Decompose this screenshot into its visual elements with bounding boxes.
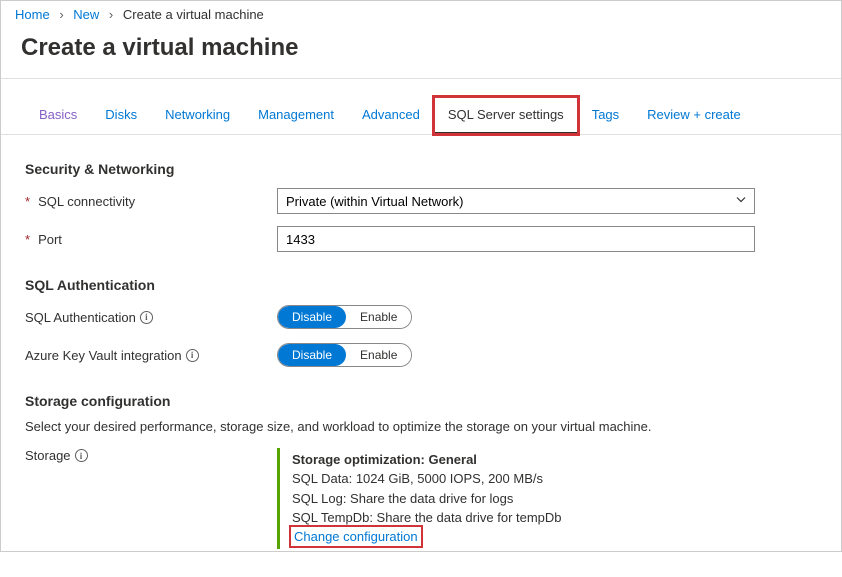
chevron-right-icon: › [59,7,63,22]
breadcrumb-home[interactable]: Home [15,7,50,22]
toggle-disable[interactable]: Disable [278,306,346,328]
tab-disks[interactable]: Disks [91,97,151,134]
breadcrumb-current: Create a virtual machine [123,7,264,22]
breadcrumb-new[interactable]: New [73,7,99,22]
section-security-networking: Security & Networking [25,161,817,177]
toggle-disable[interactable]: Disable [278,344,346,366]
info-icon[interactable]: i [75,449,88,462]
tab-advanced[interactable]: Advanced [348,97,434,134]
storage-description: Select your desired performance, storage… [25,419,817,434]
sql-connectivity-label: *SQL connectivity [25,194,277,209]
azure-key-vault-toggle[interactable]: Disable Enable [277,343,412,367]
storage-summary: Storage optimization: General SQL Data: … [277,448,755,549]
tab-management[interactable]: Management [244,97,348,134]
storage-label: Storage i [25,448,277,463]
sql-connectivity-select[interactable]: Private (within Virtual Network) [277,188,755,214]
info-icon[interactable]: i [186,349,199,362]
page-title: Create a virtual machine [1,28,841,78]
storage-sql-log: SQL Log: Share the data drive for logs [292,489,755,509]
breadcrumb: Home › New › Create a virtual machine [1,1,841,28]
tab-basics[interactable]: Basics [25,97,91,134]
sql-authentication-label: SQL Authentication i [25,310,277,325]
storage-optimization-title: Storage optimization: General [292,452,755,467]
change-configuration-link[interactable]: Change configuration [292,528,420,545]
chevron-right-icon: › [109,7,113,22]
sql-authentication-toggle[interactable]: Disable Enable [277,305,412,329]
section-storage-configuration: Storage configuration [25,393,817,409]
port-input[interactable] [277,226,755,252]
port-label: *Port [25,232,277,247]
tab-networking[interactable]: Networking [151,97,244,134]
tab-sql-server-settings[interactable]: SQL Server settings [434,97,578,134]
toggle-enable[interactable]: Enable [346,306,411,328]
storage-sql-data: SQL Data: 1024 GiB, 5000 IOPS, 200 MB/s [292,469,755,489]
toggle-enable[interactable]: Enable [346,344,411,366]
tab-tags[interactable]: Tags [578,97,633,134]
section-sql-authentication: SQL Authentication [25,277,817,293]
azure-key-vault-label: Azure Key Vault integration i [25,348,277,363]
tabs: Basics Disks Networking Management Advan… [1,97,841,135]
storage-sql-tempdb: SQL TempDb: Share the data drive for tem… [292,508,755,528]
info-icon[interactable]: i [140,311,153,324]
tab-review-create[interactable]: Review + create [633,97,755,134]
